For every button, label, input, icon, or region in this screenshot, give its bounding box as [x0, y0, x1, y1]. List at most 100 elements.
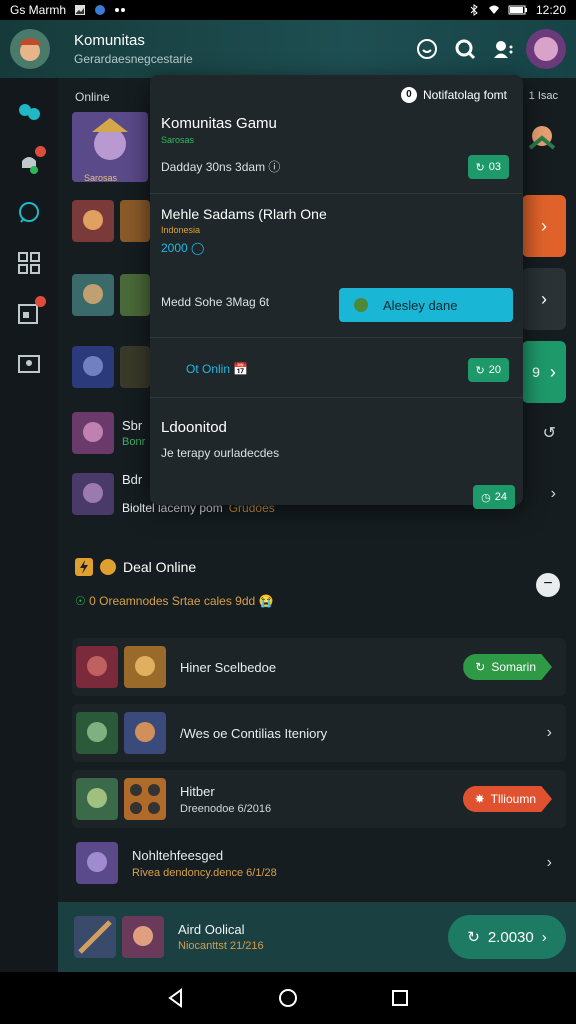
app-header: Komunitas Gerardaesnegcestarie	[0, 20, 576, 78]
star-icon: ✸	[474, 792, 485, 806]
card-sub: Dreenodoe 6/2016	[180, 802, 272, 815]
calendar-icon: 📅	[233, 362, 249, 376]
coin-icon: ◯	[191, 241, 205, 255]
panel-item-value: 2000 ◯	[161, 241, 205, 255]
chevron-right-icon[interactable]: ›	[547, 724, 552, 742]
sidebar	[0, 78, 58, 972]
panel-item-pill[interactable]: ◷ 24	[473, 485, 515, 509]
profile-card-icon[interactable]	[16, 350, 42, 376]
profile-avatar[interactable]	[526, 29, 566, 69]
refresh-icon: ↻	[475, 161, 485, 174]
game-thumbnail	[72, 346, 114, 388]
balance-button[interactable]: ↻ 2.0030 ›	[448, 915, 566, 959]
panel-item-sub: Medd Sohe 3Mag 6t	[161, 295, 270, 309]
panel-item-pill[interactable]: ↻ 20	[467, 358, 509, 382]
smiley-icon[interactable]	[416, 38, 438, 60]
card-sub: Rivea dendoncy.dence 6/1/28	[132, 866, 277, 879]
section-title-text: Deal Online	[123, 559, 197, 575]
deal-card[interactable]: /Wes oe Contilias Iteniory ›	[72, 704, 566, 762]
notification-count: 0	[400, 87, 417, 103]
deal-card[interactable]: Hitber Dreenodoe 6/2016 ✸ Tllioumn	[72, 770, 566, 828]
notification-badge	[35, 146, 46, 157]
chat-icon[interactable]	[16, 200, 42, 226]
recents-icon[interactable]	[389, 987, 411, 1009]
emoji-icon: 😭	[258, 594, 274, 608]
side-action-button[interactable]: 9 ›	[522, 341, 566, 403]
card-label: /Wes oe Contilias Iteniory	[180, 725, 328, 741]
card-label: Nohltehfeesged	[132, 847, 224, 863]
chevron-right-icon: ›	[541, 215, 547, 236]
side-action-button[interactable]: ›	[522, 268, 566, 330]
notification-chip[interactable]: 0 Notifatolag fomt	[400, 87, 507, 103]
calendar-item[interactable]	[16, 296, 46, 326]
game-thumbnail	[72, 200, 114, 242]
game-thumbnail	[120, 274, 150, 316]
home-icon[interactable]	[277, 987, 299, 1009]
chevron-right-icon[interactable]: ›	[547, 854, 552, 872]
game-thumbnail	[72, 412, 114, 454]
card-label: Hiner Scelbedoe	[180, 659, 277, 675]
clock: 12:20	[535, 3, 566, 17]
panel-item-tag: Indonesia	[161, 225, 201, 235]
grid-icon[interactable]	[16, 250, 42, 276]
game-thumbnail	[76, 712, 118, 754]
avatar[interactable]	[10, 29, 50, 69]
card-label: Hitber	[180, 783, 215, 799]
character-icon	[354, 298, 368, 312]
nav-bar	[0, 972, 576, 1024]
status-dot-icon: ☉	[75, 594, 86, 608]
back-icon[interactable]	[165, 987, 187, 1009]
search-icon[interactable]	[454, 38, 476, 60]
game-thumbnail	[76, 778, 118, 820]
bluetooth-icon	[470, 4, 478, 16]
panel-item-pill[interactable]: ↻ 03	[467, 155, 509, 179]
divider	[150, 397, 523, 398]
game-thumbnail	[122, 916, 164, 958]
chevron-right-icon: ›	[541, 928, 547, 946]
game-thumbnail	[72, 274, 114, 316]
user-menu-icon[interactable]	[492, 38, 514, 60]
section-subtitle-text: 0 Oreamnodes Srtae cales 9dd	[89, 594, 256, 608]
game-thumbnail	[76, 646, 118, 688]
page-title: Komunitas	[74, 32, 145, 49]
panel-item-title: Ldoonitod	[161, 419, 227, 436]
notification-bell[interactable]	[16, 146, 46, 176]
refresh-icon[interactable]: ↺	[543, 423, 556, 443]
balance-value: 2.0030	[487, 928, 534, 946]
panel-item-sub: Je terapy ourladecdes	[161, 446, 280, 460]
card-action-button[interactable]: ↻ Somarin	[463, 654, 552, 680]
game-thumbnail	[120, 346, 150, 388]
bottom-sub: Niocanttst 21/216	[178, 940, 264, 952]
chevron-right-icon[interactable]: ›	[551, 485, 556, 503]
row-subtitle: Bonr	[122, 436, 146, 448]
status-bar: Gs Marmh 12:20	[0, 0, 576, 20]
card-action-label: Tllioumn	[490, 792, 536, 806]
side-button-value: 9	[532, 364, 540, 380]
card-action-button[interactable]: ✸ Tllioumn	[462, 786, 552, 812]
game-thumbnail	[124, 712, 166, 754]
collapse-button[interactable]: −	[536, 573, 560, 597]
side-action-button[interactable]: ›	[522, 195, 566, 257]
calendar-badge	[35, 296, 46, 307]
deal-card[interactable]: Hiner Scelbedoe ↻ Somarin	[72, 638, 566, 696]
chevron-right-icon: ›	[549, 361, 556, 382]
row-caption: Sarosas	[84, 173, 118, 183]
cyan-action-button[interactable]: Alesley dane	[339, 288, 513, 322]
divider	[150, 193, 523, 194]
game-thumbnail	[120, 200, 150, 242]
bottom-card[interactable]: Aird Oolical Niocanttst 21/216 ↻ 2.0030 …	[58, 902, 576, 972]
panel-item-sub: Dadday 30ns 3dam ⓘ	[161, 160, 281, 174]
deal-card[interactable]: Nohltehfeesged Rivea dendoncy.dence 6/1/…	[72, 834, 566, 892]
notification-label: Notifatolag fomt	[422, 88, 507, 102]
divider	[150, 337, 523, 338]
game-thumbnail	[124, 778, 166, 820]
right-label: 1 Isac	[528, 90, 558, 102]
game-thumbnail	[74, 916, 116, 958]
character-icon	[528, 126, 556, 150]
game-thumbnail	[124, 646, 166, 688]
game-thumbnail	[72, 472, 114, 515]
notification-panel: 0 Notifatolag fomt Komunitas Gamu Sarosa…	[150, 75, 523, 509]
community-icon[interactable]	[16, 100, 42, 126]
row-title: Sbr	[122, 418, 143, 433]
panel-item-sub: Ot Onlin 📅	[186, 362, 249, 376]
